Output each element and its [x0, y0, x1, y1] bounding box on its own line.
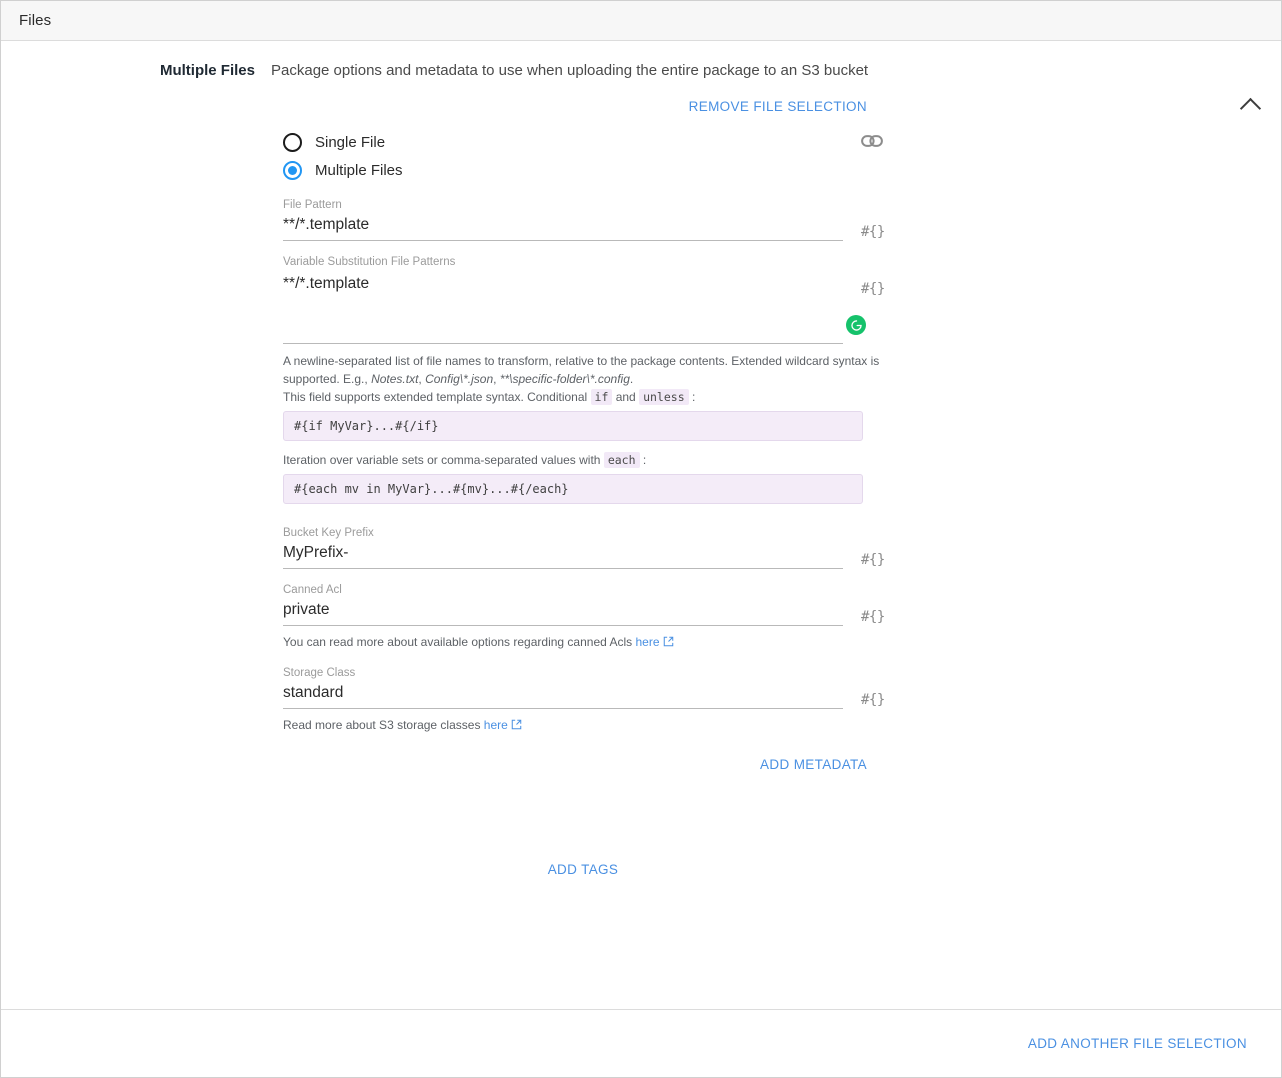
canned-acl-token-icon[interactable]: #{}	[861, 609, 885, 625]
add-tags-row: ADD TAGS	[283, 862, 883, 877]
topbar: Files	[1, 1, 1281, 41]
storage-class-token-icon[interactable]: #{}	[861, 692, 885, 708]
bucket-key-prefix-row: Bucket Key Prefix #{}	[283, 526, 885, 569]
grammarly-icon[interactable]	[846, 315, 866, 335]
storage-class-input[interactable]	[283, 684, 843, 709]
file-pattern-token-icon[interactable]: #{}	[861, 224, 885, 240]
helper-example-3: **\specific-folder\*.config	[499, 372, 630, 386]
canned-acl-label: Canned Acl	[283, 584, 342, 596]
radio-label-single-file: Single File	[315, 133, 386, 151]
external-link-icon[interactable]	[663, 636, 674, 650]
panel-footer: ADD ANOTHER FILE SELECTION	[1, 1009, 1281, 1077]
canned-acl-help-link[interactable]: here	[635, 635, 659, 649]
code-inline-unless: unless	[639, 389, 689, 405]
radio-option-single-file[interactable]: Single File	[283, 128, 883, 156]
storage-class-helper: Read more about S3 storage classes here	[283, 716, 883, 735]
iteration-helper: Iteration over variable sets or comma-se…	[283, 451, 883, 469]
helper-line-2c: :	[688, 390, 696, 404]
variable-substitution-helper: A newline-separated list of file names t…	[283, 352, 883, 406]
chain-link-icon[interactable]	[861, 133, 883, 154]
multiple-files-panel: Multiple Files Package options and metad…	[1, 41, 1281, 877]
code-inline-if: if	[590, 389, 613, 405]
helper-sep-2: ,	[493, 372, 500, 386]
canned-acl-input[interactable]	[283, 601, 843, 626]
canned-acl-helper: You can read more about available option…	[283, 633, 883, 652]
storage-class-field: Storage Class	[283, 666, 883, 709]
helper-end-1: .	[629, 372, 634, 386]
panel-header-label: Multiple Files	[159, 62, 255, 79]
file-selection-mode-group: Single File Multiple Files	[283, 128, 883, 184]
page-title: Files	[19, 12, 52, 29]
form-area: Single File Multiple Files File Pattern	[1, 128, 1281, 877]
bucket-key-prefix-token-icon[interactable]: #{}	[861, 552, 885, 568]
radio-option-multiple-files[interactable]: Multiple Files	[283, 156, 883, 184]
variable-substitution-row: Variable Substitution File Patterns #{}	[283, 255, 885, 344]
radio-icon-multiple-files[interactable]	[283, 160, 302, 180]
storage-class-label: Storage Class	[283, 667, 356, 679]
remove-file-selection-button[interactable]: REMOVE FILE SELECTION	[689, 99, 867, 114]
external-link-icon[interactable]	[511, 719, 522, 733]
bucket-key-prefix-field: Bucket Key Prefix	[283, 526, 883, 569]
add-tags-button[interactable]: ADD TAGS	[548, 862, 619, 877]
storage-class-helper-text: Read more about S3 storage classes	[283, 718, 484, 732]
collapse-panel-button[interactable]	[1237, 93, 1263, 120]
radio-icon-single-file[interactable]	[283, 132, 302, 152]
file-pattern-field: File Pattern	[283, 198, 883, 241]
radio-label-multiple-files: Multiple Files	[315, 161, 403, 179]
file-pattern-label: File Pattern	[283, 199, 342, 211]
remove-file-selection-row: REMOVE FILE SELECTION	[1, 99, 1281, 114]
helper-example-2: Config\*.json	[425, 372, 494, 386]
helper-line-3a: Iteration over variable sets or comma-se…	[283, 453, 604, 467]
add-metadata-row: ADD METADATA	[283, 757, 883, 772]
helper-line-2a: This field supports extended template sy…	[283, 390, 591, 404]
storage-class-help-link[interactable]: here	[484, 718, 508, 732]
variable-substitution-label: Variable Substitution File Patterns	[283, 256, 456, 268]
bucket-key-prefix-input[interactable]	[283, 544, 843, 569]
bucket-key-prefix-label: Bucket Key Prefix	[283, 527, 374, 539]
files-panel-screen: Files Multiple Files Package options and…	[0, 0, 1282, 1078]
file-pattern-input[interactable]	[283, 216, 843, 241]
code-inline-each: each	[603, 452, 640, 468]
helper-line-3b: :	[639, 453, 647, 467]
variable-substitution-token-icon[interactable]: #{}	[861, 281, 885, 297]
chevron-up-icon	[1239, 97, 1261, 120]
helper-line-2b: and	[612, 390, 640, 404]
add-metadata-button[interactable]: ADD METADATA	[760, 757, 867, 772]
file-pattern-row: File Pattern #{}	[283, 198, 885, 241]
panel-header-description: Package options and metadata to use when…	[271, 62, 869, 79]
canned-acl-field: Canned Acl	[283, 583, 883, 626]
variable-substitution-textarea[interactable]	[283, 273, 843, 344]
code-block-if: #{if MyVar}...#{/if}	[283, 411, 863, 441]
storage-class-row: Storage Class #{} Read more about S3 sto…	[283, 666, 885, 735]
canned-acl-helper-text: You can read more about available option…	[283, 635, 636, 649]
variable-substitution-field: Variable Substitution File Patterns	[283, 255, 883, 344]
code-block-each: #{each mv in MyVar}...#{mv}...#{/each}	[283, 474, 863, 504]
panel-header: Multiple Files Package options and metad…	[1, 41, 1281, 81]
canned-acl-row: Canned Acl #{} You can read more about a…	[283, 583, 885, 652]
add-another-file-selection-button[interactable]: ADD ANOTHER FILE SELECTION	[1028, 1036, 1247, 1051]
helper-example-1: Notes.txt	[371, 372, 419, 386]
